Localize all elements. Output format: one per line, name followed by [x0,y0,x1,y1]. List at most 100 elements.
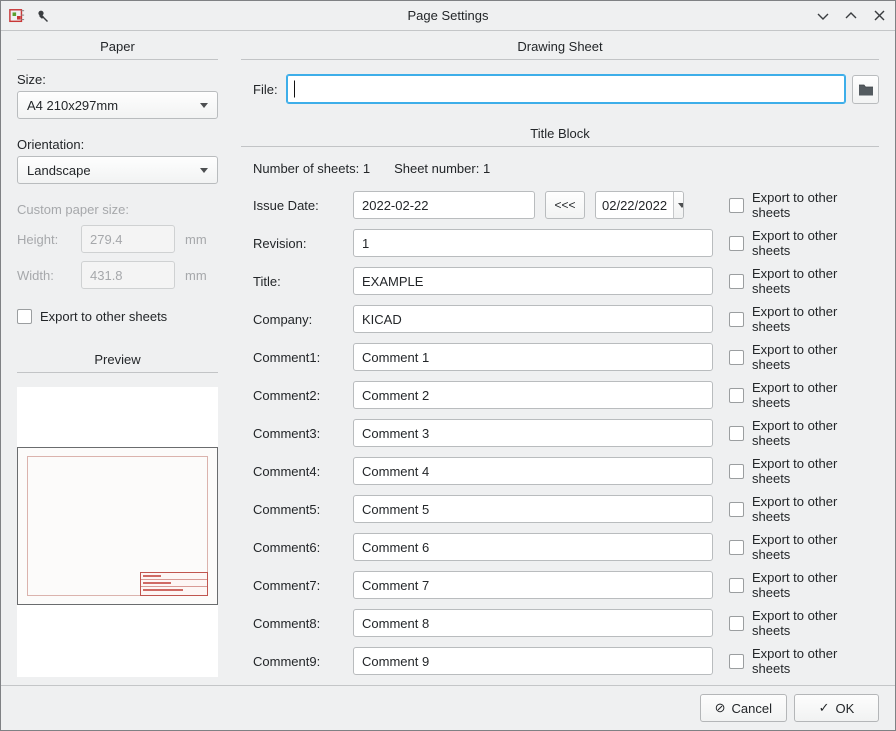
export-checkbox-company[interactable] [729,312,744,327]
comment4-row: Comment4: Export to other sheets [253,456,879,486]
chevron-down-icon [200,168,208,173]
company-row: Company: Export to other sheets [253,304,879,334]
export-row: Export to other sheets [729,494,879,524]
export-row: Export to other sheets [729,190,879,220]
export-row: Export to other sheets [729,342,879,372]
preview-section-header: Preview [17,352,218,373]
page-preview [17,387,218,677]
preview-sheet [17,447,218,605]
ok-button-label: OK [836,701,855,716]
paper-export-checkbox-label: Export to other sheets [40,309,167,324]
export-checkbox-comment4[interactable] [729,464,744,479]
shade-button[interactable] [815,8,831,24]
file-input[interactable] [286,74,846,104]
export-row: Export to other sheets [729,266,879,296]
paper-export-checkbox[interactable] [17,309,32,324]
title-input[interactable] [353,267,713,295]
title-row: Title: Export to other sheets [253,266,879,296]
chevron-down-icon [200,103,208,108]
titlebar[interactable]: Page Settings [1,1,895,31]
custom-width-row: Width: mm [17,261,218,289]
comment6-input[interactable] [353,533,713,561]
export-checkbox-label: Export to other sheets [752,380,879,410]
comment3-input[interactable] [353,419,713,447]
export-checkbox-comment6[interactable] [729,540,744,555]
height-label: Height: [17,232,71,247]
issue-date-input[interactable] [353,191,535,219]
custom-height-row: Height: mm [17,225,218,253]
comment9-row: Comment9: Export to other sheets [253,646,879,676]
cancel-button[interactable]: ⊘ Cancel [700,694,787,722]
folder-icon [858,83,874,96]
comment3-row: Comment3: Export to other sheets [253,418,879,448]
revision-input[interactable] [353,229,713,257]
comment1-input[interactable] [353,343,713,371]
unshade-button[interactable] [843,8,859,24]
export-checkbox-comment9[interactable] [729,654,744,669]
dialog-footer: ⊘ Cancel ✓ OK [1,685,895,730]
title-block-section-header: Title Block [241,126,879,147]
export-checkbox-comment1[interactable] [729,350,744,365]
export-checkbox-comment2[interactable] [729,388,744,403]
drawing-sheet-section-header: Drawing Sheet [241,39,879,60]
width-label: Width: [17,268,71,283]
export-checkbox-issue-date[interactable] [729,198,744,213]
height-unit-label: mm [185,232,218,247]
export-checkbox-label: Export to other sheets [752,532,879,562]
orientation-select[interactable]: Landscape [17,156,218,184]
issue-date-label: Issue Date: [253,198,337,213]
paper-export-row: Export to other sheets [17,309,218,324]
width-input [81,261,175,289]
export-checkbox-label: Export to other sheets [752,570,879,600]
export-checkbox-comment7[interactable] [729,578,744,593]
comment7-input[interactable] [353,571,713,599]
comment1-label: Comment1: [253,350,337,365]
export-checkbox-comment8[interactable] [729,616,744,631]
size-select[interactable]: A4 210x297mm [17,91,218,119]
title-label: Title: [253,274,337,289]
drawing-sheet-panel: Drawing Sheet File: Title Block Number o… [241,31,879,685]
date-picker-dropdown-button[interactable] [673,192,684,218]
export-checkbox-comment3[interactable] [729,426,744,441]
export-checkbox-label: Export to other sheets [752,456,879,486]
date-picker[interactable]: 02/22/2022 [595,191,684,219]
preview-sheet-frame [27,456,208,596]
export-checkbox-revision[interactable] [729,236,744,251]
comment4-input[interactable] [353,457,713,485]
revision-label: Revision: [253,236,337,251]
export-row: Export to other sheets [729,646,879,676]
comment5-input[interactable] [353,495,713,523]
export-checkbox-label: Export to other sheets [752,418,879,448]
export-checkbox-title[interactable] [729,274,744,289]
export-checkbox-comment5[interactable] [729,502,744,517]
export-row: Export to other sheets [729,532,879,562]
comment5-row: Comment5: Export to other sheets [253,494,879,524]
orientation-label: Orientation: [17,137,218,152]
copy-date-button[interactable]: <<< [545,191,585,219]
window-title: Page Settings [1,8,895,23]
export-checkbox-label: Export to other sheets [752,228,879,258]
export-checkbox-label: Export to other sheets [752,266,879,296]
pin-icon[interactable] [35,8,51,24]
orientation-select-value: Landscape [27,163,91,178]
comment4-label: Comment4: [253,464,337,479]
company-input[interactable] [353,305,713,333]
export-row: Export to other sheets [729,418,879,448]
comment6-row: Comment6: Export to other sheets [253,532,879,562]
file-row: File: [241,74,879,104]
issue-date-row: Issue Date: <<< 02/22/2022 Export to oth… [253,190,879,220]
size-select-value: A4 210x297mm [27,98,118,113]
chevron-down-icon [678,203,684,208]
ok-button[interactable]: ✓ OK [794,694,879,722]
comment6-label: Comment6: [253,540,337,555]
number-of-sheets-label: Number of sheets: 1 [253,161,370,176]
close-button[interactable] [871,8,887,24]
dialog-body: Paper Size: A4 210x297mm Orientation: La… [1,31,895,685]
text-caret [294,81,295,98]
comment8-input[interactable] [353,609,713,637]
browse-file-button[interactable] [852,75,879,104]
comment2-input[interactable] [353,381,713,409]
page-settings-dialog: Page Settings Paper Size: A4 210x297mm [0,0,896,731]
export-row: Export to other sheets [729,304,879,334]
comment9-input[interactable] [353,647,713,675]
